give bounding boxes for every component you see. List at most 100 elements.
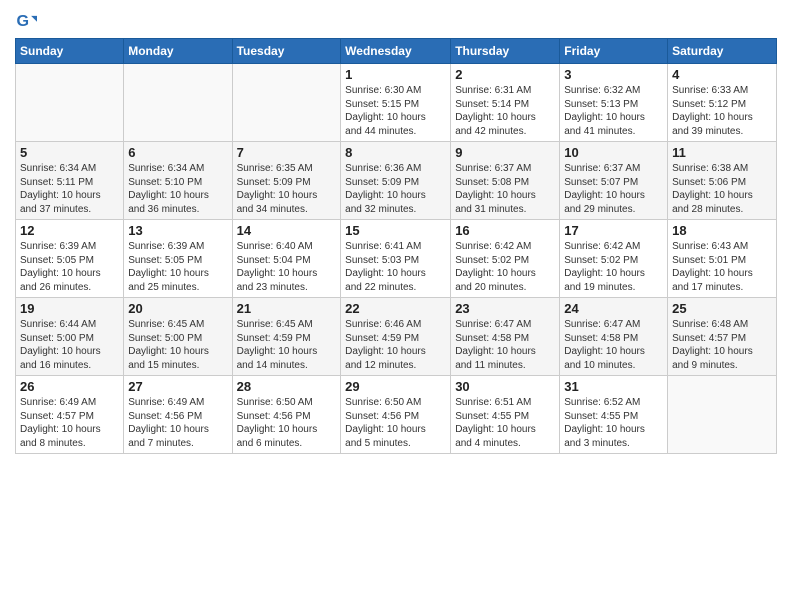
calendar-cell: 8Sunrise: 6:36 AM Sunset: 5:09 PM Daylig…	[341, 142, 451, 220]
page-header: G	[15, 10, 777, 32]
day-number: 2	[455, 67, 555, 82]
calendar-cell: 13 Sunrise: 6:39 AM Sunset: 5:05 PM Dayli…	[124, 220, 232, 298]
weekday-header: Tuesday	[232, 39, 341, 64]
day-info: Sunrise: 6:41 AM Sunset: 5:03 PM Dayligh…	[345, 240, 446, 294]
calendar-cell	[668, 376, 777, 454]
day-info: Sunrise: 6:46 AM Sunset: 4:59 PM Dayligh…	[345, 318, 446, 372]
day-number: 31	[564, 379, 663, 394]
day-number: 14	[237, 223, 337, 238]
day-info: Sunrise: 6:45 AM Sunset: 5:00 PM Dayligh…	[128, 318, 227, 372]
day-number: 19	[20, 301, 119, 316]
day-info: Sunrise: 6:39 AM Sunset: 5:05 PM Dayligh…	[128, 240, 227, 294]
day-number: 22	[345, 301, 446, 316]
day-number: 23	[455, 301, 555, 316]
day-info: Sunrise: 6:50 AM Sunset: 4:56 PM Dayligh…	[345, 396, 446, 450]
calendar-cell: 6 Sunrise: 6:34 AM Sunset: 5:10 PM Daylig…	[124, 142, 232, 220]
calendar-cell: 31 Sunrise: 6:52 AM Sunset: 4:55 PM Dayli…	[560, 376, 668, 454]
calendar-cell: 15 Sunrise: 6:41 AM Sunset: 5:03 PM Dayli…	[341, 220, 451, 298]
day-number: 8	[345, 145, 446, 160]
day-info: Sunrise: 6:43 AM Sunset: 5:01 PM Dayligh…	[672, 240, 772, 294]
day-number: 11	[672, 145, 772, 160]
day-number: 30	[455, 379, 555, 394]
day-info: Sunrise: 6:48 AM Sunset: 4:57 PM Dayligh…	[672, 318, 772, 372]
calendar-cell: 12Sunrise: 6:39 AM Sunset: 5:05 PM Dayli…	[16, 220, 124, 298]
weekday-header: Monday	[124, 39, 232, 64]
day-info: Sunrise: 6:32 AM Sunset: 5:13 PM Dayligh…	[564, 84, 663, 138]
calendar-week-row: 26 Sunrise: 6:49 AM Sunset: 4:57 PM Dayli…	[16, 376, 777, 454]
day-info: Sunrise: 6:37 AM Sunset: 5:07 PM Dayligh…	[564, 162, 663, 216]
day-number: 7	[237, 145, 337, 160]
calendar-cell: 7 Sunrise: 6:35 AM Sunset: 5:09 PM Daylig…	[232, 142, 341, 220]
day-number: 13	[128, 223, 227, 238]
logo-icon: G	[15, 10, 37, 32]
logo: G	[15, 10, 39, 32]
weekday-header: Saturday	[668, 39, 777, 64]
day-info: Sunrise: 6:34 AM Sunset: 5:11 PM Dayligh…	[20, 162, 119, 216]
day-info: Sunrise: 6:31 AM Sunset: 5:14 PM Dayligh…	[455, 84, 555, 138]
calendar-cell: 9 Sunrise: 6:37 AM Sunset: 5:08 PM Daylig…	[451, 142, 560, 220]
calendar-cell: 4Sunrise: 6:33 AM Sunset: 5:12 PM Daylig…	[668, 64, 777, 142]
day-number: 20	[128, 301, 227, 316]
weekday-header: Wednesday	[341, 39, 451, 64]
calendar-cell: 14Sunrise: 6:40 AM Sunset: 5:04 PM Dayli…	[232, 220, 341, 298]
calendar-cell: 21Sunrise: 6:45 AM Sunset: 4:59 PM Dayli…	[232, 298, 341, 376]
day-info: Sunrise: 6:44 AM Sunset: 5:00 PM Dayligh…	[20, 318, 119, 372]
day-info: Sunrise: 6:50 AM Sunset: 4:56 PM Dayligh…	[237, 396, 337, 450]
calendar-cell: 23 Sunrise: 6:47 AM Sunset: 4:58 PM Dayli…	[451, 298, 560, 376]
day-number: 29	[345, 379, 446, 394]
day-info: Sunrise: 6:37 AM Sunset: 5:08 PM Dayligh…	[455, 162, 555, 216]
day-number: 18	[672, 223, 772, 238]
day-info: Sunrise: 6:35 AM Sunset: 5:09 PM Dayligh…	[237, 162, 337, 216]
day-info: Sunrise: 6:39 AM Sunset: 5:05 PM Dayligh…	[20, 240, 119, 294]
calendar-cell: 16Sunrise: 6:42 AM Sunset: 5:02 PM Dayli…	[451, 220, 560, 298]
day-number: 15	[345, 223, 446, 238]
day-info: Sunrise: 6:47 AM Sunset: 4:58 PM Dayligh…	[455, 318, 555, 372]
day-number: 26	[20, 379, 119, 394]
day-number: 5	[20, 145, 119, 160]
calendar-cell: 24 Sunrise: 6:47 AM Sunset: 4:58 PM Dayli…	[560, 298, 668, 376]
svg-text:G: G	[16, 12, 29, 30]
calendar-week-row: 19 Sunrise: 6:44 AM Sunset: 5:00 PM Dayli…	[16, 298, 777, 376]
day-number: 17	[564, 223, 663, 238]
day-number: 9	[455, 145, 555, 160]
day-number: 6	[128, 145, 227, 160]
day-info: Sunrise: 6:49 AM Sunset: 4:57 PM Dayligh…	[20, 396, 119, 450]
calendar-cell	[16, 64, 124, 142]
day-info: Sunrise: 6:38 AM Sunset: 5:06 PM Dayligh…	[672, 162, 772, 216]
day-info: Sunrise: 6:52 AM Sunset: 4:55 PM Dayligh…	[564, 396, 663, 450]
calendar-cell: 25 Sunrise: 6:48 AM Sunset: 4:57 PM Dayli…	[668, 298, 777, 376]
calendar-week-row: 12Sunrise: 6:39 AM Sunset: 5:05 PM Dayli…	[16, 220, 777, 298]
weekday-header: Thursday	[451, 39, 560, 64]
day-info: Sunrise: 6:42 AM Sunset: 5:02 PM Dayligh…	[455, 240, 555, 294]
day-number: 1	[345, 67, 446, 82]
day-number: 25	[672, 301, 772, 316]
day-info: Sunrise: 6:45 AM Sunset: 4:59 PM Dayligh…	[237, 318, 337, 372]
day-number: 27	[128, 379, 227, 394]
day-info: Sunrise: 6:30 AM Sunset: 5:15 PM Dayligh…	[345, 84, 446, 138]
calendar-table: SundayMondayTuesdayWednesdayThursdayFrid…	[15, 38, 777, 454]
day-info: Sunrise: 6:49 AM Sunset: 4:56 PM Dayligh…	[128, 396, 227, 450]
calendar-cell: 1 Sunrise: 6:30 AM Sunset: 5:15 PM Daylig…	[341, 64, 451, 142]
day-info: Sunrise: 6:47 AM Sunset: 4:58 PM Dayligh…	[564, 318, 663, 372]
calendar-cell	[232, 64, 341, 142]
calendar-week-row: 1 Sunrise: 6:30 AM Sunset: 5:15 PM Daylig…	[16, 64, 777, 142]
day-number: 10	[564, 145, 663, 160]
calendar-cell: 17 Sunrise: 6:42 AM Sunset: 5:02 PM Dayli…	[560, 220, 668, 298]
day-number: 4	[672, 67, 772, 82]
calendar-cell: 5 Sunrise: 6:34 AM Sunset: 5:11 PM Daylig…	[16, 142, 124, 220]
day-number: 3	[564, 67, 663, 82]
day-number: 28	[237, 379, 337, 394]
calendar-cell: 27 Sunrise: 6:49 AM Sunset: 4:56 PM Dayli…	[124, 376, 232, 454]
calendar-cell: 2 Sunrise: 6:31 AM Sunset: 5:14 PM Daylig…	[451, 64, 560, 142]
calendar-cell: 22 Sunrise: 6:46 AM Sunset: 4:59 PM Dayli…	[341, 298, 451, 376]
calendar-cell: 29 Sunrise: 6:50 AM Sunset: 4:56 PM Dayli…	[341, 376, 451, 454]
day-info: Sunrise: 6:42 AM Sunset: 5:02 PM Dayligh…	[564, 240, 663, 294]
calendar-cell: 30Sunrise: 6:51 AM Sunset: 4:55 PM Dayli…	[451, 376, 560, 454]
calendar-week-row: 5 Sunrise: 6:34 AM Sunset: 5:11 PM Daylig…	[16, 142, 777, 220]
calendar-cell: 11 Sunrise: 6:38 AM Sunset: 5:06 PM Dayli…	[668, 142, 777, 220]
day-info: Sunrise: 6:34 AM Sunset: 5:10 PM Dayligh…	[128, 162, 227, 216]
calendar-cell: 10 Sunrise: 6:37 AM Sunset: 5:07 PM Dayli…	[560, 142, 668, 220]
day-number: 24	[564, 301, 663, 316]
calendar-cell: 18 Sunrise: 6:43 AM Sunset: 5:01 PM Dayli…	[668, 220, 777, 298]
calendar-cell: 20 Sunrise: 6:45 AM Sunset: 5:00 PM Dayli…	[124, 298, 232, 376]
